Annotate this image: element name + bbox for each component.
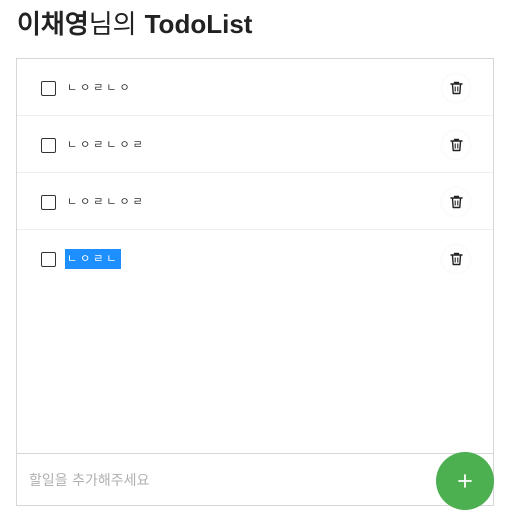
todo-input[interactable] — [27, 466, 431, 496]
delete-button[interactable] — [442, 74, 470, 102]
title-suffix: 님의 — [88, 10, 137, 40]
todo-list: ㄴㅇㄹㄴㅇ ㄴㅇㄹㄴㅇㄹ ㄴㅇㄹㄴㅇㄹ ㄴㅇㄹㄴ — [17, 59, 493, 453]
todo-checkbox[interactable] — [41, 195, 56, 210]
delete-button[interactable] — [442, 188, 470, 216]
trash-icon — [449, 81, 463, 95]
app-name: TodoList — [144, 9, 253, 39]
todo-item: ㄴㅇㄹㄴㅇㄹ — [17, 173, 493, 230]
todo-checkbox[interactable] — [41, 81, 56, 96]
todo-checkbox[interactable] — [41, 138, 56, 153]
trash-icon — [449, 138, 463, 152]
todo-item: ㄴㅇㄹㄴㅇ — [17, 59, 493, 116]
page-title: 이채영 님의 TodoList — [17, 4, 252, 44]
todo-text: ㄴㅇㄹㄴㅇㄹ — [67, 195, 146, 208]
todo-item: ㄴㅇㄹㄴㅇㄹ — [17, 116, 493, 173]
add-todo-bar — [17, 453, 493, 505]
delete-button[interactable] — [442, 245, 470, 273]
trash-icon — [449, 195, 463, 209]
delete-button[interactable] — [442, 131, 470, 159]
user-name: 이채영 — [17, 10, 89, 40]
todo-text: ㄴㅇㄹㄴㅇ — [67, 81, 133, 94]
add-button[interactable] — [436, 452, 494, 510]
plus-icon — [458, 474, 472, 488]
todo-text: ㄴㅇㄹㄴ — [65, 249, 122, 269]
trash-icon — [449, 252, 463, 266]
todo-checkbox[interactable] — [41, 252, 56, 267]
todo-panel: ㄴㅇㄹㄴㅇ ㄴㅇㄹㄴㅇㄹ ㄴㅇㄹㄴㅇㄹ ㄴㅇㄹㄴ 할일을 추가해주세요 — [16, 58, 494, 506]
todo-text: ㄴㅇㄹㄴㅇㄹ — [67, 138, 146, 151]
todo-item: ㄴㅇㄹㄴ — [17, 230, 493, 287]
